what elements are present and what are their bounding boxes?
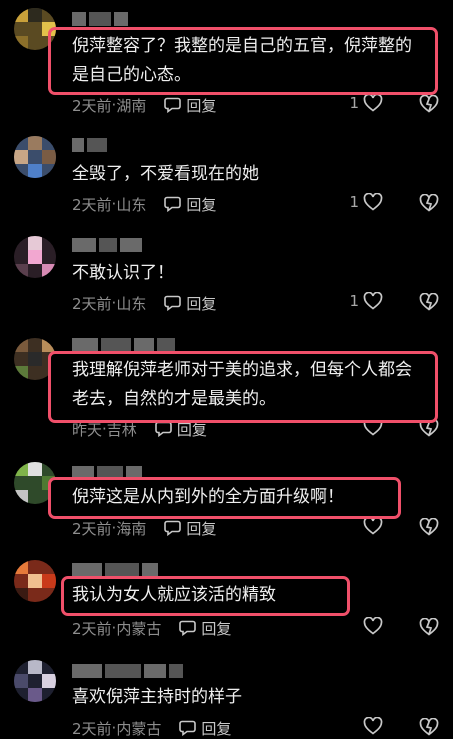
reply-icon bbox=[164, 295, 182, 311]
reply-icon bbox=[164, 520, 182, 536]
comment-meta: 2天前 · 海南 回复 bbox=[72, 518, 217, 539]
reply-icon bbox=[164, 196, 182, 212]
avatar[interactable] bbox=[14, 136, 56, 178]
like-button[interactable]: 1 bbox=[349, 292, 383, 310]
avatar[interactable] bbox=[14, 560, 56, 602]
reply-icon bbox=[164, 97, 182, 113]
reply-button[interactable]: 回复 bbox=[164, 95, 216, 116]
dislike-heart-icon[interactable] bbox=[419, 618, 439, 636]
reply-button[interactable]: 回复 bbox=[179, 718, 231, 739]
dislike-heart-icon[interactable] bbox=[419, 194, 439, 212]
comment-meta: 2天前 · 内蒙古 回复 bbox=[72, 618, 232, 639]
like-button[interactable] bbox=[359, 717, 383, 735]
dislike-heart-icon[interactable] bbox=[419, 718, 439, 736]
reply-button[interactable]: 回复 bbox=[164, 293, 216, 314]
reply-button[interactable]: 回复 bbox=[164, 518, 216, 539]
dislike-heart-icon[interactable] bbox=[419, 293, 439, 311]
comment-meta: 2天前 · 山东 回复 bbox=[72, 194, 217, 215]
reply-button[interactable]: 回复 bbox=[164, 194, 216, 215]
comment-text: 喜欢倪萍主持时的样子 bbox=[72, 687, 242, 707]
reply-icon bbox=[155, 421, 172, 437]
comment-meta: 2天前 · 湖南 回复 bbox=[72, 95, 217, 116]
username-redacted[interactable] bbox=[72, 238, 142, 252]
heart-icon bbox=[363, 94, 383, 112]
heart-icon bbox=[363, 292, 383, 310]
reply-button[interactable]: 回复 bbox=[179, 618, 231, 639]
heart-icon bbox=[363, 193, 383, 211]
avatar[interactable] bbox=[14, 236, 56, 278]
comment-text: 不敢认识了！ bbox=[72, 263, 174, 283]
highlight-box bbox=[48, 27, 438, 95]
heart-icon bbox=[363, 617, 383, 635]
comment-text-overlay: 我认为女人就应该活的精致 bbox=[72, 585, 276, 605]
username-redacted[interactable] bbox=[72, 338, 175, 352]
username-redacted[interactable] bbox=[72, 664, 183, 678]
comment-text: 全毁了，不爱看现在的她 bbox=[72, 164, 259, 184]
comment-meta: 2天前 · 内蒙古 回复 bbox=[72, 718, 232, 739]
heart-icon bbox=[363, 517, 383, 535]
heart-icon bbox=[363, 717, 383, 735]
dislike-heart-icon[interactable] bbox=[419, 518, 439, 536]
dislike-heart-icon[interactable] bbox=[419, 95, 439, 113]
username-redacted[interactable] bbox=[72, 12, 128, 26]
username-redacted[interactable] bbox=[72, 138, 107, 152]
avatar[interactable] bbox=[14, 660, 56, 702]
comment-meta: 2天前 · 山东 回复 bbox=[72, 293, 217, 314]
like-button[interactable] bbox=[359, 617, 383, 635]
username-redacted[interactable] bbox=[72, 563, 158, 577]
like-button[interactable]: 1 bbox=[349, 94, 383, 112]
like-button[interactable]: 1 bbox=[349, 193, 383, 211]
comment-text-overlay: 我理解倪萍老师对于美的追求，但每个人都会老去，自然的才是最美的。 bbox=[72, 360, 412, 409]
reply-icon bbox=[179, 620, 197, 636]
like-button[interactable] bbox=[359, 517, 383, 535]
comment-text-overlay: 倪萍这是从内到外的全方面升级啊！ bbox=[72, 487, 344, 507]
reply-icon bbox=[179, 720, 197, 736]
